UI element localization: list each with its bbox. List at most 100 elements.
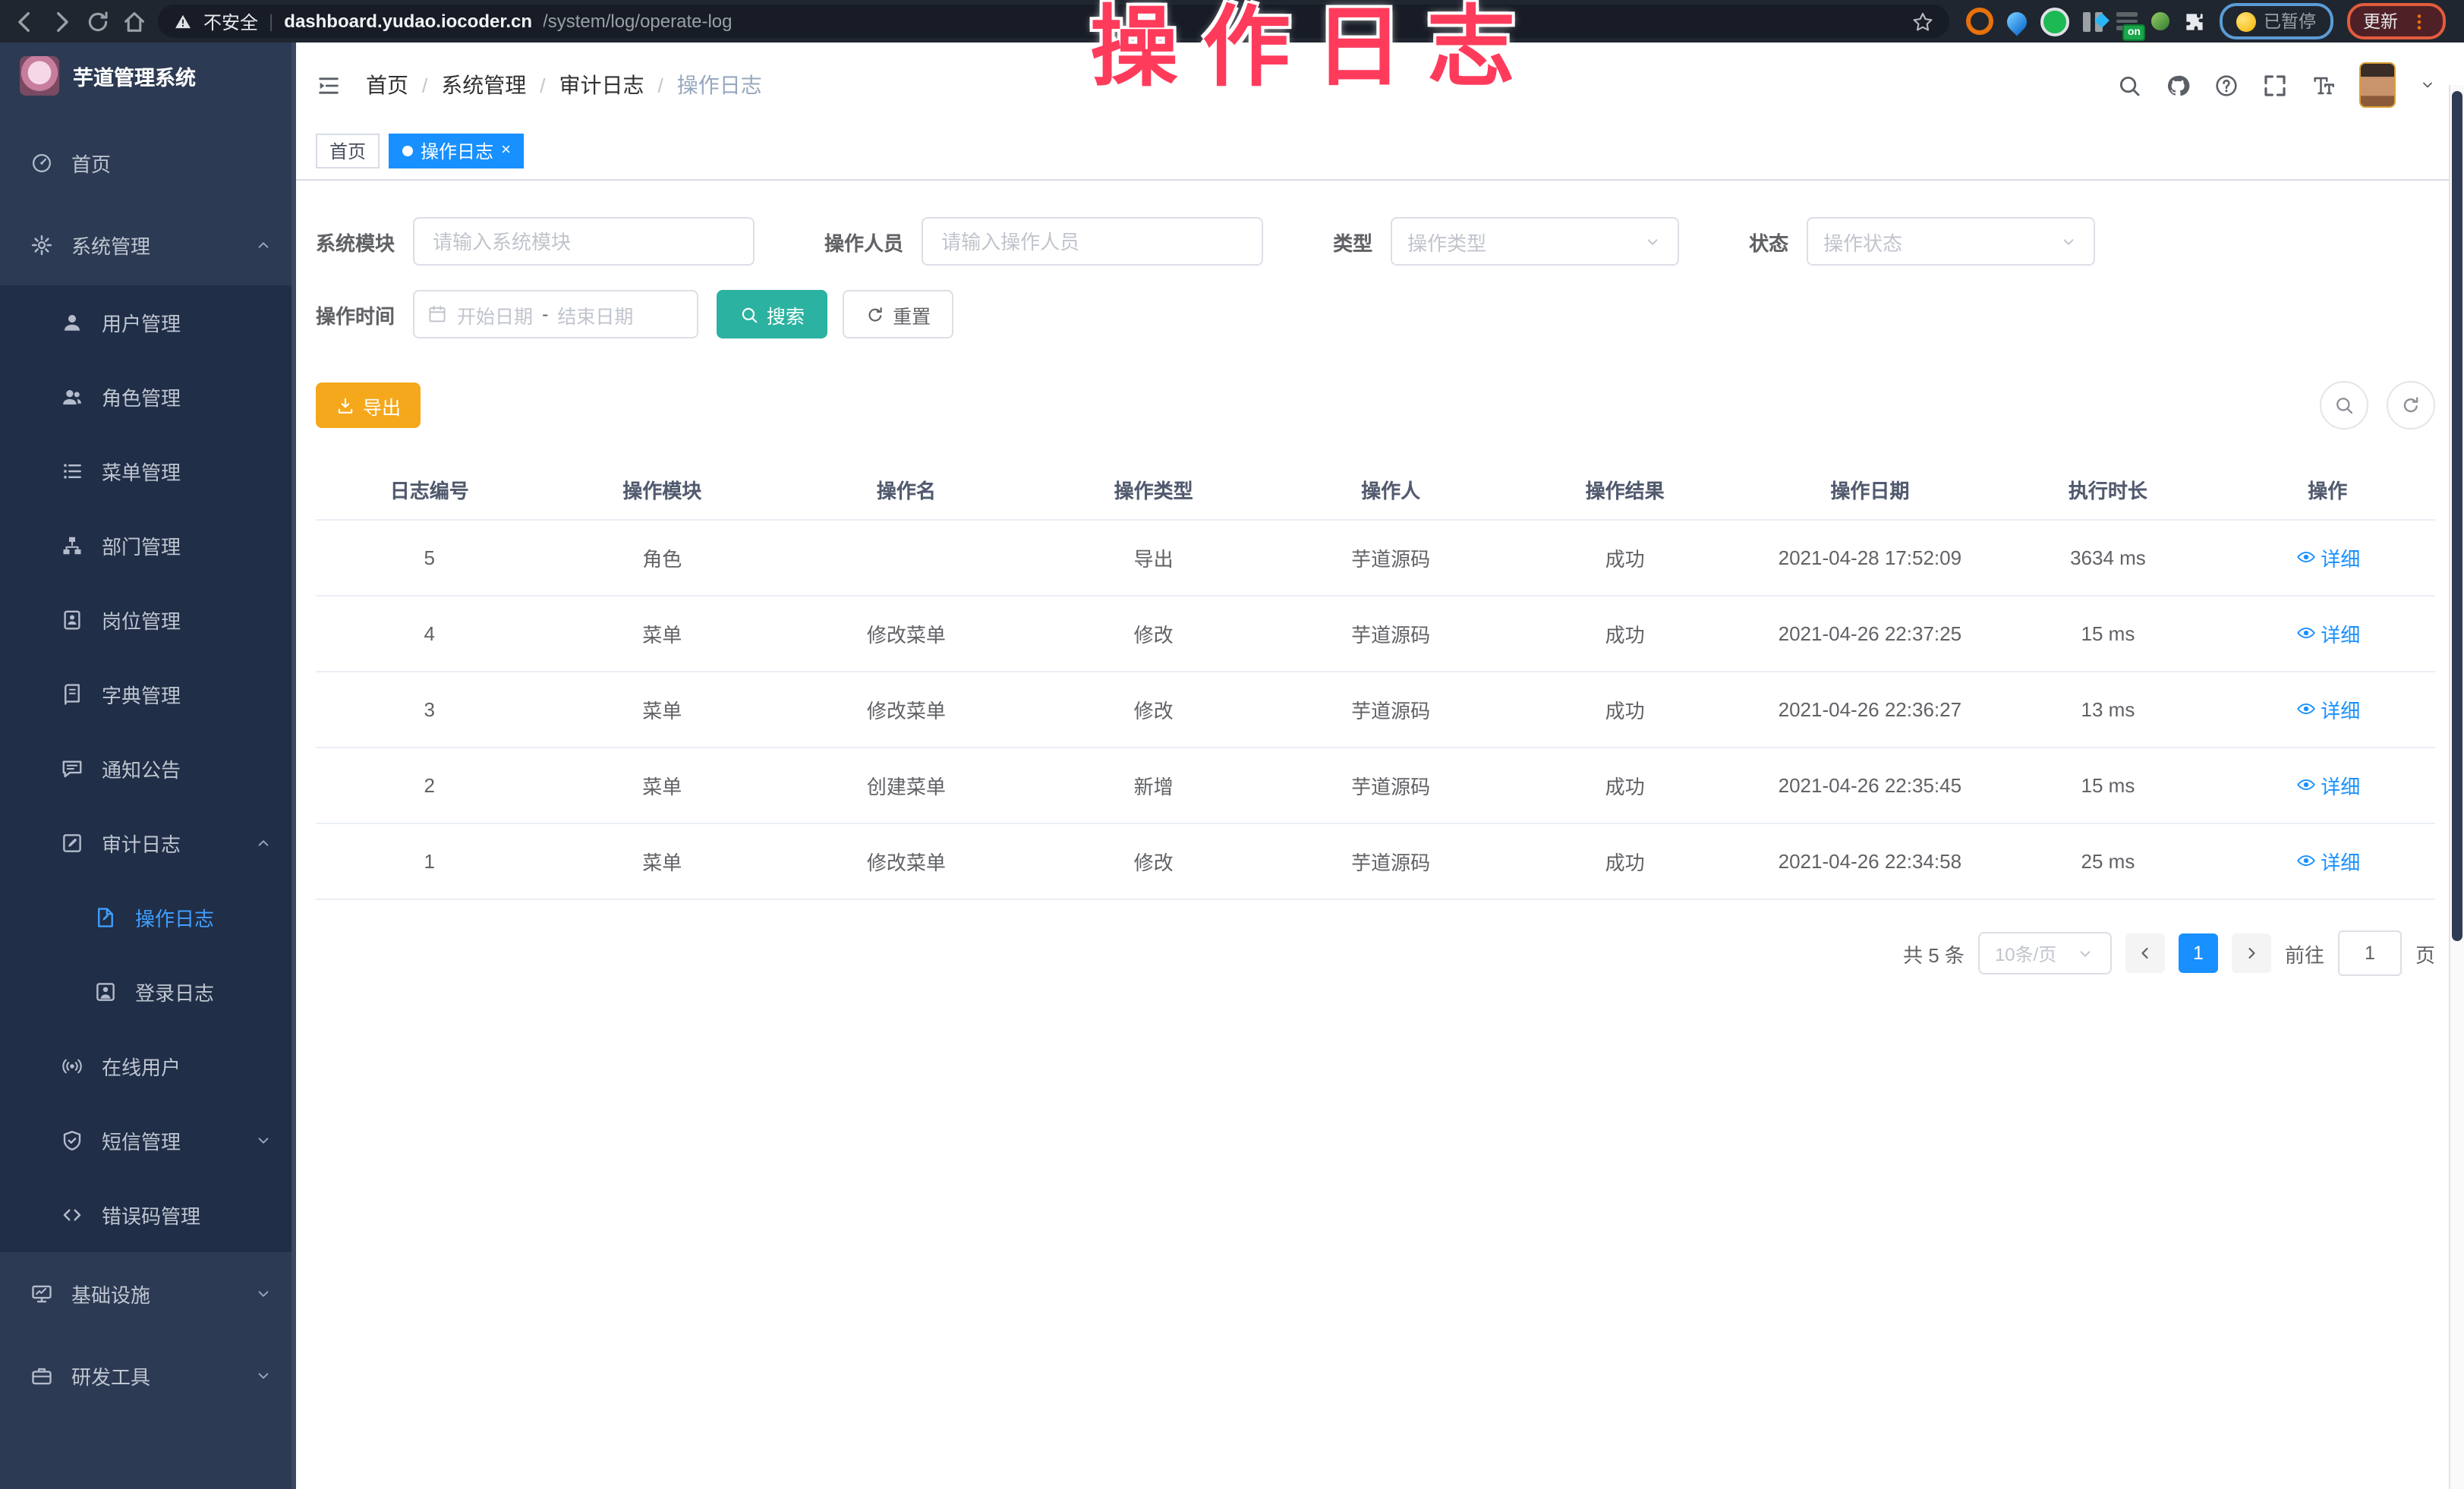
sidebar-item-home[interactable]: 首页 bbox=[0, 121, 296, 203]
page-scrollbar[interactable] bbox=[2449, 85, 2464, 1489]
current-page-button[interactable]: 1 bbox=[2179, 933, 2218, 973]
sidebar-item-online-users[interactable]: 在线用户 bbox=[0, 1029, 296, 1103]
sidebar-item-dept-management[interactable]: 部门管理 bbox=[0, 508, 296, 583]
extension-columns-icon[interactable] bbox=[2083, 11, 2103, 31]
detail-link[interactable]: 详细 bbox=[2295, 695, 2360, 724]
extension-on-badge: on bbox=[2123, 24, 2145, 41]
operator-input[interactable] bbox=[922, 217, 1263, 266]
cell-date: 2021-04-26 22:37:25 bbox=[1744, 596, 1996, 672]
bookmark-star-icon[interactable] bbox=[1911, 10, 1934, 33]
docs-help-icon[interactable] bbox=[2214, 72, 2239, 98]
user-avatar[interactable] bbox=[2359, 62, 2396, 108]
cell-module: 菜单 bbox=[543, 748, 781, 823]
tab-home[interactable]: 首页 bbox=[316, 134, 380, 168]
browser-back-icon[interactable] bbox=[12, 8, 38, 34]
date-range-separator: - bbox=[542, 304, 548, 325]
caret-down-icon bbox=[254, 1283, 273, 1303]
sidebar-item-audit-log[interactable]: 审计日志 bbox=[0, 806, 296, 880]
sidebar: 芋道管理系统 首页系统管理用户管理角色管理菜单管理部门管理岗位管理字典管理通知公… bbox=[0, 42, 296, 1489]
sidebar-item-sms-management[interactable]: 短信管理 bbox=[0, 1103, 296, 1178]
detail-link[interactable]: 详细 bbox=[2295, 847, 2360, 876]
breadcrumb-system[interactable]: 系统管理 bbox=[441, 70, 526, 100]
extension-list-icon[interactable]: on bbox=[2116, 11, 2138, 32]
browser-home-icon[interactable] bbox=[121, 8, 147, 34]
paused-extension-pill[interactable]: 已暂停 bbox=[2220, 3, 2333, 39]
status-label: 状态 bbox=[1749, 227, 1788, 256]
chevron-down-icon bbox=[2075, 943, 2095, 963]
sidebar-item-dict-management[interactable]: 字典管理 bbox=[0, 657, 296, 732]
header-search-icon[interactable] bbox=[2116, 72, 2142, 98]
cell-type: 修改 bbox=[1032, 672, 1276, 748]
sidebar-item-login-log[interactable]: 登录日志 bbox=[0, 955, 296, 1029]
sidebar-item-role-management[interactable]: 角色管理 bbox=[0, 360, 296, 434]
url-host: dashboard.yudao.iocoder.cn bbox=[284, 11, 532, 32]
error-code-icon bbox=[61, 1204, 83, 1226]
sidebar-item-user-management[interactable]: 用户管理 bbox=[0, 285, 296, 360]
detail-link[interactable]: 详细 bbox=[2295, 771, 2360, 800]
pagination: 共 5 条 10条/页 1 前往 页 bbox=[316, 930, 2435, 976]
announcement-icon bbox=[61, 757, 83, 780]
extension-orange-ring-icon[interactable] bbox=[1966, 8, 1993, 35]
sidebar-item-menu-management[interactable]: 菜单管理 bbox=[0, 434, 296, 508]
reset-button[interactable]: 重置 bbox=[843, 290, 953, 338]
browser-update-button[interactable]: 更新 bbox=[2346, 3, 2445, 39]
extension-blue-drop-icon[interactable] bbox=[2003, 8, 2031, 36]
sidebar-item-notice-announcement[interactable]: 通知公告 bbox=[0, 732, 296, 806]
cell-type: 导出 bbox=[1032, 520, 1276, 596]
breadcrumb-audit-log[interactable]: 审计日志 bbox=[559, 70, 644, 100]
export-button[interactable]: 导出 bbox=[316, 382, 421, 428]
table-row: 3菜单修改菜单修改芋道源码成功2021-04-26 22:36:2713 ms详… bbox=[316, 672, 2435, 748]
sidebar-item-post-management[interactable]: 岗位管理 bbox=[0, 583, 296, 657]
scrollbar-thumb[interactable] bbox=[2452, 91, 2462, 941]
browser-menu-kebab-icon[interactable] bbox=[2409, 11, 2428, 31]
address-bar[interactable]: 不安全 | dashboard.yudao.iocoder.cn /system… bbox=[158, 5, 1949, 38]
start-date-placeholder: 开始日期 bbox=[457, 300, 533, 329]
sidebar-item-operate-log[interactable]: 操作日志 bbox=[0, 880, 296, 955]
browser-forward-icon[interactable] bbox=[49, 8, 74, 34]
search-button[interactable]: 搜索 bbox=[717, 290, 827, 338]
browser-reload-icon[interactable] bbox=[85, 8, 111, 34]
prev-page-button[interactable] bbox=[2125, 933, 2165, 973]
type-select[interactable]: 操作类型 bbox=[1391, 217, 1679, 266]
sidebar-item-label: 审计日志 bbox=[102, 829, 181, 858]
status-select[interactable]: 操作状态 bbox=[1807, 217, 2095, 266]
github-icon[interactable] bbox=[2165, 72, 2191, 98]
module-input[interactable] bbox=[413, 217, 755, 266]
caret-down-icon bbox=[254, 1131, 273, 1151]
font-size-icon[interactable] bbox=[2311, 72, 2336, 98]
next-page-button[interactable] bbox=[2232, 933, 2271, 973]
menu-list-icon bbox=[61, 460, 83, 483]
column-header-3: 操作类型 bbox=[1032, 460, 1276, 520]
refresh-icon bbox=[865, 304, 885, 324]
page-size-select[interactable]: 10条/页 bbox=[1978, 932, 2112, 974]
tab-operate-log[interactable]: 操作日志 × bbox=[389, 134, 525, 168]
sidebar-item-label: 系统管理 bbox=[71, 230, 150, 259]
sidebar-item-system-management[interactable]: 系统管理 bbox=[0, 203, 296, 285]
sidebar-item-infrastructure[interactable]: 基础设施 bbox=[0, 1252, 296, 1334]
hamburger-icon[interactable] bbox=[316, 72, 342, 98]
sidebar-item-error-code-management[interactable]: 错误码管理 bbox=[0, 1178, 296, 1252]
extensions-puzzle-icon[interactable] bbox=[2183, 10, 2206, 33]
cell-date: 2021-04-26 22:34:58 bbox=[1744, 823, 1996, 899]
eye-icon bbox=[2295, 623, 2316, 644]
avatar-caret-down-icon[interactable] bbox=[2418, 76, 2437, 94]
table-row: 1菜单修改菜单修改芋道源码成功2021-04-26 22:34:5825 ms详… bbox=[316, 823, 2435, 899]
detail-link[interactable]: 详细 bbox=[2295, 619, 2360, 648]
tab-close-icon[interactable]: × bbox=[501, 143, 511, 159]
toggle-search-button[interactable] bbox=[2320, 381, 2368, 430]
page-size-value: 10条/页 bbox=[1995, 940, 2056, 966]
date-range-picker[interactable]: 开始日期 - 结束日期 bbox=[413, 290, 698, 338]
extension-sprout-icon[interactable] bbox=[2151, 12, 2169, 30]
total-count: 共 5 条 bbox=[1903, 939, 1965, 968]
update-label: 更新 bbox=[2363, 9, 2398, 33]
extension-green-circle-icon[interactable] bbox=[2040, 7, 2069, 36]
dashboard-icon bbox=[30, 151, 53, 174]
breadcrumb-home[interactable]: 首页 bbox=[366, 70, 408, 100]
refresh-table-button[interactable] bbox=[2387, 381, 2435, 430]
fullscreen-icon[interactable] bbox=[2262, 72, 2288, 98]
column-header-0: 日志编号 bbox=[316, 460, 543, 520]
sidebar-item-dev-tools[interactable]: 研发工具 bbox=[0, 1334, 296, 1416]
sidebar-logo-row[interactable]: 芋道管理系统 bbox=[0, 42, 296, 109]
goto-page-input[interactable] bbox=[2338, 930, 2402, 976]
detail-link[interactable]: 详细 bbox=[2295, 543, 2360, 572]
